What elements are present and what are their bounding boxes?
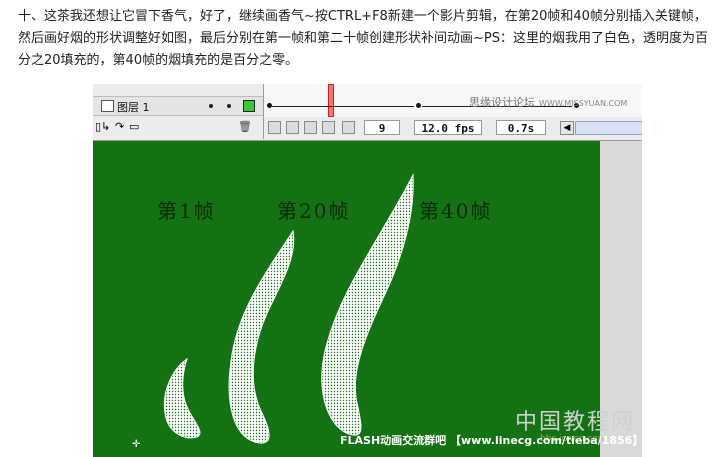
layer-tools: ▯↳ ↷ ▭ 🗑 <box>93 117 263 137</box>
layer-color-swatch[interactable] <box>243 100 255 112</box>
trash-icon[interactable]: 🗑 <box>238 120 252 133</box>
add-guide-icon[interactable]: ↷ <box>115 120 124 133</box>
center-frame-icon[interactable] <box>268 121 281 134</box>
horizontal-scrollbar[interactable] <box>575 121 642 135</box>
playhead[interactable] <box>328 84 334 117</box>
add-layer-icon[interactable]: ▯↳ <box>95 120 110 133</box>
frame-controls: 9 12.0 fps 0.7s ◀ <box>263 117 642 139</box>
layer-icon <box>101 100 114 112</box>
onion-markers-icon[interactable] <box>342 121 355 134</box>
label-frame-20: 第20帧 <box>277 199 351 223</box>
flash-screenshot: 图层 1 ▯↳ ↷ ▭ 🗑 思缘设计论坛 WWW.MISSYUAN.COM 9 … <box>93 84 642 457</box>
elapsed-time-field: 0.7s <box>496 120 546 135</box>
onion-outline-icon[interactable] <box>304 121 317 134</box>
eye-dot-icon[interactable] <box>209 104 213 108</box>
top-watermark: 思缘设计论坛 WWW.MISSYUAN.COM <box>469 96 628 109</box>
lock-dot-icon[interactable] <box>227 104 231 108</box>
scroll-left-icon[interactable]: ◀ <box>560 121 574 135</box>
frames-area[interactable]: 思缘设计论坛 WWW.MISSYUAN.COM <box>263 84 642 117</box>
smoke-frame-1 <box>163 357 201 439</box>
smoke-frame-20 <box>228 229 295 444</box>
bottom-watermark: FLASH动画交流群吧 【www.linecg.com/tieba/1856】 <box>340 434 644 447</box>
fps-field: 12.0 fps <box>414 120 482 135</box>
keyframe-20[interactable] <box>416 103 421 108</box>
layer-name: 图层 1 <box>117 101 150 114</box>
add-folder-icon[interactable]: ▭ <box>129 120 139 133</box>
current-frame-field: 9 <box>364 120 400 135</box>
intro-paragraph: 十、这茶我还想让它冒下香气，好了，继续画香气~按CTRL+F8新建一个影片剪辑，… <box>18 9 708 68</box>
label-frame-40: 第40帧 <box>419 199 493 223</box>
edit-frames-icon[interactable] <box>322 121 335 134</box>
label-frame-1: 第1帧 <box>157 199 216 223</box>
tween-arrow-1 <box>272 106 414 107</box>
timeline-panel: 图层 1 ▯↳ ↷ ▭ 🗑 思缘设计论坛 WWW.MISSYUAN.COM 9 … <box>93 84 642 141</box>
layer-row[interactable]: 图层 1 <box>93 96 263 116</box>
onion-skin-icon[interactable] <box>286 121 299 134</box>
crosshair-cursor-icon: ✛ <box>132 439 141 450</box>
